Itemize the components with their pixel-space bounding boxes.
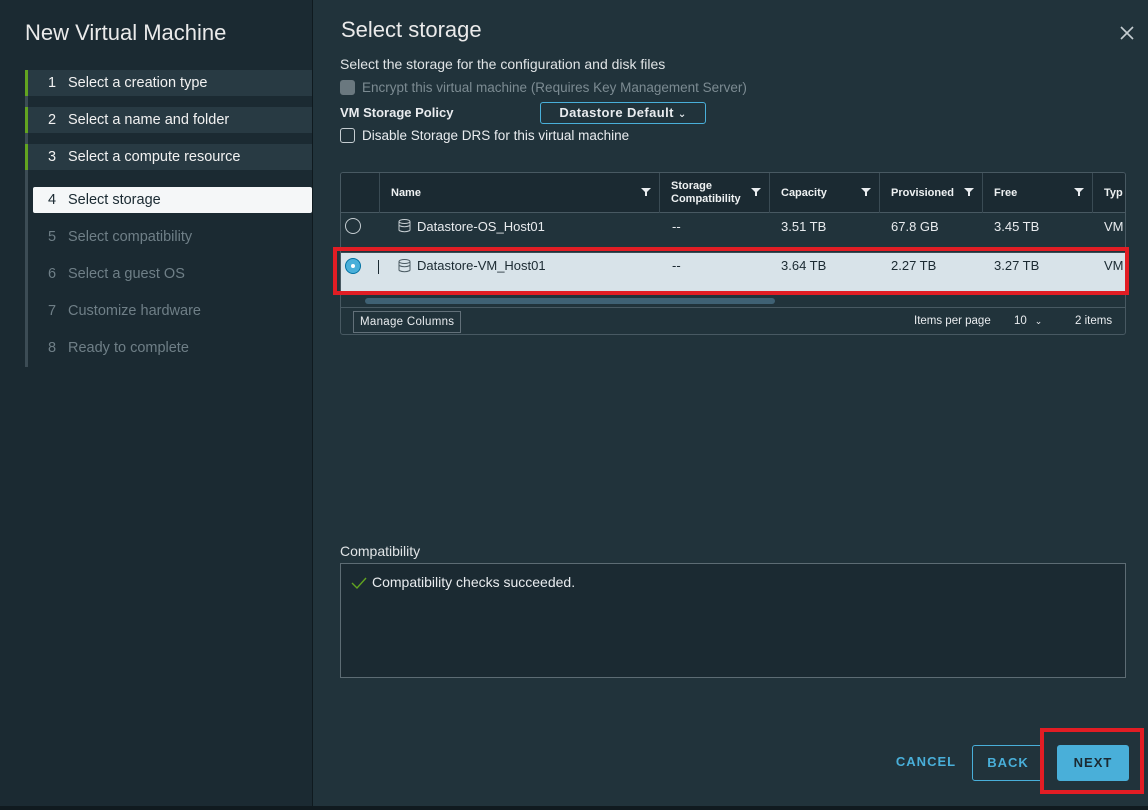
compatibility-panel: Compatibility checks succeeded.: [340, 563, 1126, 678]
step-guest-os: 6 Select a guest OS: [25, 261, 312, 287]
step-ready-to-complete: 8 Ready to complete: [25, 335, 312, 361]
column-header-type[interactable]: Typ: [1092, 173, 1125, 213]
filter-icon[interactable]: [751, 187, 761, 197]
step-label: Select a creation type: [68, 75, 208, 91]
next-button[interactable]: NEXT: [1057, 745, 1129, 781]
bottom-strip: [0, 806, 1148, 810]
capacity: 3.64 TB: [781, 258, 827, 273]
table-row[interactable]: Datastore-OS_Host01 -- 3.51 TB 67.8 GB 3…: [341, 213, 1125, 253]
filter-icon[interactable]: [1074, 187, 1084, 197]
table-row-selected[interactable]: Datastore-VM_Host01 -- 3.64 TB 2.27 TB 3…: [341, 253, 1125, 293]
step-customize-hardware: 7 Customize hardware: [25, 298, 312, 324]
column-header-capacity[interactable]: Capacity: [769, 173, 879, 213]
step-number: 6: [48, 266, 57, 282]
column-label: Storage Compatibility: [671, 180, 741, 205]
type: VM: [1104, 219, 1124, 234]
capacity: 3.51 TB: [781, 219, 827, 234]
step-label: Select a guest OS: [68, 266, 185, 282]
datastore-grid: Name Storage Compatibility Capacity Prov…: [340, 172, 1126, 335]
column-header-storage-compatibility[interactable]: Storage Compatibility: [659, 173, 769, 213]
step-creation-type[interactable]: 1 Select a creation type: [25, 70, 312, 96]
vm-storage-policy-select[interactable]: Datastore Default ⌄: [540, 102, 706, 124]
column-label: Typ: [1104, 187, 1123, 199]
datastore-icon: [398, 219, 411, 233]
disable-drs-checkbox[interactable]: [340, 128, 355, 143]
disable-drs-label: Disable Storage DRS for this virtual mac…: [362, 128, 630, 143]
encrypt-vm-row: Encrypt this virtual machine (Requires K…: [340, 80, 747, 95]
step-number: 8: [48, 340, 57, 356]
compatibility-message: Compatibility checks succeeded.: [372, 574, 576, 590]
new-vm-wizard: New Virtual Machine 1 Select a creation t…: [0, 0, 1148, 806]
manage-columns-button[interactable]: Manage Columns: [353, 311, 462, 333]
provisioned: 2.27 TB: [891, 258, 937, 273]
column-label: Name: [391, 187, 421, 199]
page-subtitle: Select the storage for the configuration…: [340, 56, 666, 72]
step-number: 5: [48, 229, 57, 245]
compatibility-label: Compatibility: [340, 543, 421, 559]
chevron-down-icon: ⌄: [677, 109, 687, 120]
disable-drs-row[interactable]: Disable Storage DRS for this virtual mac…: [340, 128, 629, 143]
step-label: Select storage: [68, 192, 161, 208]
column-header-free[interactable]: Free: [982, 173, 1092, 213]
back-button[interactable]: BACK: [972, 745, 1044, 781]
step-label: Ready to complete: [68, 340, 189, 356]
wizard-sidebar: New Virtual Machine 1 Select a creation t…: [0, 0, 313, 806]
column-header-provisioned[interactable]: Provisioned: [879, 173, 982, 213]
free: 3.27 TB: [994, 258, 1040, 273]
column-label: Capacity: [781, 187, 827, 199]
row-select-radio[interactable]: [345, 218, 361, 234]
type: VM: [1104, 258, 1124, 273]
datastore-name: Datastore-VM_Host01: [417, 258, 546, 273]
step-compute-resource[interactable]: 3 Select a compute resource: [25, 144, 312, 170]
items-per-page-value: 10: [1014, 315, 1027, 327]
filter-icon[interactable]: [641, 187, 651, 197]
filter-icon[interactable]: [861, 187, 871, 197]
step-number: 4: [48, 192, 57, 208]
scrollbar-thumb[interactable]: [365, 298, 775, 304]
step-number: 3: [48, 149, 57, 165]
step-label: Select a compute resource: [68, 149, 241, 165]
filter-icon[interactable]: [964, 187, 974, 197]
policy-value: Datastore Default: [559, 105, 674, 120]
step-label: Customize hardware: [68, 303, 201, 319]
row-select-radio[interactable]: [345, 258, 361, 274]
horizontal-scrollbar[interactable]: [349, 297, 1119, 305]
column-header-name[interactable]: Name: [379, 173, 659, 213]
chevron-down-icon: ⌄: [1034, 316, 1043, 326]
vm-storage-policy-label: VM Storage Policy: [340, 105, 454, 120]
encrypt-vm-checkbox: [340, 80, 355, 95]
step-number: 1: [48, 75, 57, 91]
free: 3.45 TB: [994, 219, 1040, 234]
provisioned: 67.8 GB: [891, 219, 939, 234]
grid-header: Name Storage Compatibility Capacity Prov…: [341, 173, 1125, 213]
select-column-header: [341, 173, 379, 213]
step-number: 7: [48, 303, 57, 319]
step-label: Select a name and folder: [68, 112, 230, 128]
cancel-button[interactable]: CANCEL: [886, 745, 966, 781]
step-label: Select compatibility: [68, 229, 193, 245]
step-select-storage[interactable]: 4 Select storage: [33, 187, 312, 213]
step-compatibility: 5 Select compatibility: [25, 224, 312, 250]
column-label: Free: [994, 187, 1018, 199]
grid-footer: Manage Columns Items per page 10 ⌄ 2 item…: [341, 307, 1125, 334]
storage-compatibility: --: [672, 258, 681, 273]
storage-compatibility: --: [672, 219, 681, 234]
datastore-name: Datastore-OS_Host01: [417, 219, 545, 234]
step-number: 2: [48, 112, 57, 128]
close-icon[interactable]: [1118, 24, 1136, 42]
wizard-main: Select storage Select the storage for th…: [314, 0, 1148, 806]
encrypt-vm-label: Encrypt this virtual machine (Requires K…: [362, 80, 747, 95]
page-title: Select storage: [341, 17, 482, 42]
items-count: 2 items: [1075, 315, 1113, 327]
column-label: Provisioned: [891, 187, 954, 199]
step-name-folder[interactable]: 2 Select a name and folder: [25, 107, 312, 133]
check-icon: [351, 577, 367, 590]
row-divider: [378, 260, 379, 274]
wizard-title: New Virtual Machine: [25, 20, 227, 45]
items-per-page-select[interactable]: 10 ⌄: [1014, 315, 1042, 327]
items-per-page-label: Items per page: [914, 315, 991, 327]
datastore-icon: [398, 259, 411, 273]
